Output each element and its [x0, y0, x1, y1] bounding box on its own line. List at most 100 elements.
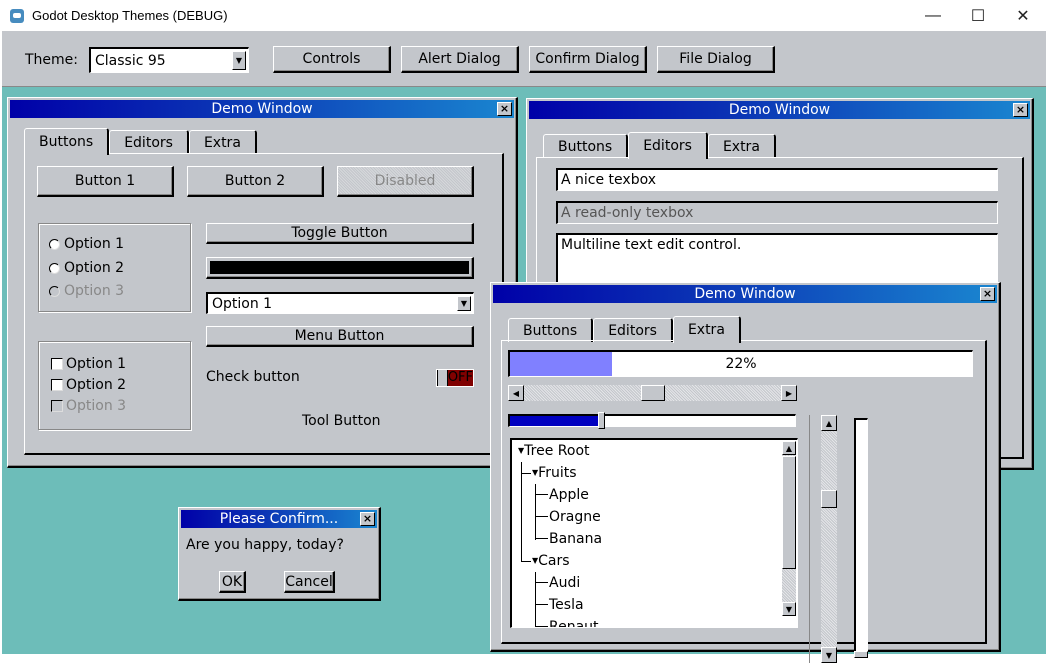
- demo-window-extra: Demo Window × Buttons Editors Extra 22% …: [490, 282, 1001, 663]
- tree-line: [521, 473, 531, 474]
- tab-buttons[interactable]: Buttons: [508, 318, 594, 342]
- tool-button[interactable]: Tool Button: [302, 413, 381, 429]
- tree-item[interactable]: Renaut: [536, 619, 599, 627]
- radio-icon: [49, 238, 60, 250]
- tree[interactable]: ▲ ▼ ▼Tree Root ▼Fruits Apple Oragne Banana ▼C…: [510, 438, 798, 628]
- confirm-dialog: Please Confirm... × Are you happy, today…: [178, 507, 381, 601]
- text-edit-value: Multiline text edit control.: [561, 237, 742, 253]
- scroll-thumb[interactable]: [640, 385, 665, 401]
- maximize-button[interactable]: ☐: [955, 0, 1001, 31]
- tree-item-label: Fruits: [538, 465, 577, 481]
- tab-extra[interactable]: Extra: [707, 134, 776, 158]
- scroll-down-icon[interactable]: ▼: [821, 647, 837, 663]
- radio-option-3: Option 3: [49, 283, 124, 299]
- button-1[interactable]: Button 1: [37, 166, 174, 197]
- check-button-switch[interactable]: OFF: [436, 369, 474, 387]
- tree-item-label: Cars: [538, 553, 570, 569]
- tree-item[interactable]: ▼Cars: [532, 553, 570, 569]
- tree-connector: [536, 494, 548, 495]
- scroll-up-icon[interactable]: ▲: [821, 415, 837, 431]
- tree-scroll-thumb[interactable]: [782, 456, 796, 569]
- scroll-right-icon[interactable]: ▶: [781, 385, 797, 401]
- progress-label: 22%: [725, 356, 757, 372]
- readonly-value: A read-only texbox: [561, 205, 694, 221]
- color-picker-button[interactable]: [206, 257, 474, 279]
- radio-option-2[interactable]: Option 2: [49, 260, 124, 276]
- tree-item[interactable]: Audi: [536, 575, 580, 591]
- tab-buttons[interactable]: Buttons: [543, 134, 629, 158]
- close-icon[interactable]: ×: [497, 102, 512, 116]
- switch-state: OFF: [447, 370, 473, 386]
- file-dialog-button[interactable]: File Dialog: [657, 46, 775, 73]
- tab-editors[interactable]: Editors: [593, 318, 673, 342]
- tree-item[interactable]: ▼Tree Root: [518, 443, 590, 459]
- radio-option-1[interactable]: Option 1: [49, 236, 124, 252]
- tree-item[interactable]: Banana: [536, 531, 602, 547]
- radio-icon: [49, 285, 60, 297]
- controls-button[interactable]: Controls: [273, 46, 391, 73]
- horizontal-scrollbar[interactable]: ◀ ▶: [508, 385, 797, 401]
- tab-extra[interactable]: Extra: [188, 130, 257, 154]
- vertical-scrollbar[interactable]: ▲ ▼: [821, 415, 837, 663]
- toggle-button[interactable]: Toggle Button: [206, 223, 474, 244]
- tab-buttons[interactable]: Buttons: [24, 128, 110, 155]
- option-select[interactable]: Option 1 ▼: [206, 292, 474, 314]
- slider-grabber[interactable]: [854, 651, 868, 658]
- dialog-title-bar[interactable]: Please Confirm...: [181, 510, 377, 528]
- demo-window-buttons: Demo Window × Buttons Editors Extra Butt…: [7, 97, 518, 468]
- readonly-line-edit: A read-only texbox: [556, 201, 998, 224]
- tree-connector: [536, 582, 548, 583]
- dialog-message: Are you happy, today?: [186, 537, 344, 553]
- radio-label: Option 1: [64, 236, 125, 252]
- button-2[interactable]: Button 2: [187, 166, 324, 197]
- checkbox-option-2[interactable]: Option 2: [51, 377, 126, 393]
- radio-icon: [49, 262, 60, 274]
- checkbox-label: Option 3: [66, 398, 127, 414]
- ok-button[interactable]: OK: [219, 571, 246, 593]
- theme-select[interactable]: Classic 95 ▼: [89, 47, 249, 73]
- os-title-bar: Godot Desktop Themes (DEBUG) — ☐ ✕: [0, 0, 1048, 31]
- horizontal-slider[interactable]: [508, 412, 796, 429]
- tree-item-label: Audi: [549, 575, 581, 591]
- progress-bar: 22%: [508, 350, 973, 377]
- tab-extra[interactable]: Extra: [672, 316, 741, 343]
- confirm-dialog-button[interactable]: Confirm Dialog: [529, 46, 647, 73]
- vertical-slider[interactable]: [854, 418, 868, 658]
- slider-grabber[interactable]: [598, 412, 606, 429]
- checkbox-label: Option 2: [66, 377, 127, 393]
- toolbar: Theme: Classic 95 ▼ Controls Alert Dialo…: [2, 31, 1046, 87]
- tree-item[interactable]: Tesla: [536, 597, 584, 613]
- theme-label: Theme:: [25, 52, 79, 68]
- tree-item[interactable]: ▼Fruits: [532, 465, 577, 481]
- close-icon[interactable]: ×: [1013, 103, 1028, 117]
- switch-knob: [437, 370, 448, 386]
- tab-editors[interactable]: Editors: [628, 132, 708, 159]
- scroll-down-icon[interactable]: ▼: [782, 602, 796, 616]
- tree-connector: [536, 626, 548, 627]
- tree-item[interactable]: Oragne: [536, 509, 601, 525]
- line-edit-value: A nice texbox: [561, 172, 656, 188]
- desktop: Theme: Classic 95 ▼ Controls Alert Dialo…: [2, 31, 1046, 663]
- scroll-up-icon[interactable]: ▲: [782, 441, 796, 455]
- close-icon[interactable]: ×: [360, 512, 375, 526]
- window-title-bar[interactable]: Demo Window: [529, 101, 1030, 119]
- checkbox-icon: [51, 358, 63, 370]
- radio-label: Option 3: [64, 283, 125, 299]
- line-edit[interactable]: A nice texbox: [556, 168, 998, 191]
- menu-button[interactable]: Menu Button: [206, 326, 474, 347]
- window-title-bar[interactable]: Demo Window: [10, 100, 514, 118]
- checkbox-option-1[interactable]: Option 1: [51, 356, 126, 372]
- tree-connector: [536, 538, 548, 539]
- minimize-button[interactable]: —: [910, 0, 956, 31]
- tab-editors[interactable]: Editors: [109, 130, 189, 154]
- tree-item[interactable]: Apple: [536, 487, 589, 503]
- separator: [809, 415, 810, 663]
- close-icon[interactable]: ×: [980, 287, 995, 301]
- checkbox-icon: [51, 379, 63, 391]
- scroll-left-icon[interactable]: ◀: [508, 385, 524, 401]
- cancel-button[interactable]: Cancel: [284, 571, 335, 593]
- window-title-bar[interactable]: Demo Window: [493, 285, 997, 303]
- close-button[interactable]: ✕: [1000, 0, 1046, 31]
- alert-dialog-button[interactable]: Alert Dialog: [401, 46, 519, 73]
- scroll-thumb[interactable]: [821, 490, 837, 509]
